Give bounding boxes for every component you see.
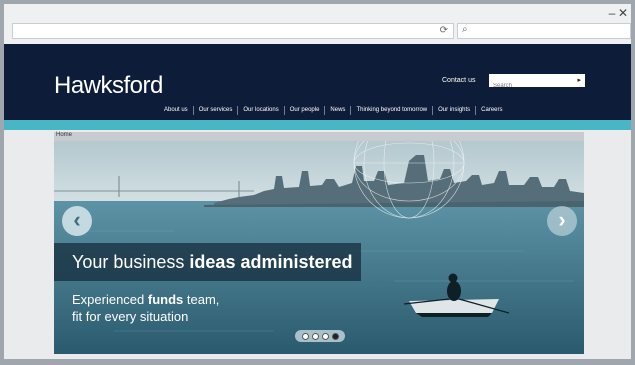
- page-viewport: Hawksford Contact us ▸ About us Our serv…: [4, 44, 631, 359]
- carousel-dot-1[interactable]: [301, 332, 309, 340]
- nav-divider: [283, 105, 285, 115]
- hero-sub-line1-light: Experienced: [72, 292, 148, 307]
- hero-headline-light: Your business: [72, 252, 190, 272]
- breadcrumb-home[interactable]: Home: [56, 132, 72, 138]
- nav-item-thinking-beyond-tomorrow[interactable]: Thinking beyond tomorrow: [356, 107, 427, 113]
- window-controls: – ✕: [607, 6, 629, 20]
- refresh-icon[interactable]: ⟳: [440, 25, 448, 36]
- site-search[interactable]: ▸: [489, 74, 585, 93]
- breadcrumb: Home: [54, 132, 584, 141]
- hero-subtext: Experienced funds team, fit for every si…: [72, 291, 219, 325]
- nav-item-our-services[interactable]: Our services: [199, 107, 233, 113]
- site-header: Hawksford Contact us ▸ About us Our serv…: [4, 44, 631, 120]
- search-icon: ⌕: [462, 24, 468, 35]
- hero-headline-bold: ideas administered: [189, 252, 353, 272]
- browser-search-box[interactable]: ⌕: [457, 23, 631, 39]
- browser-window: –✕ ⟳ ⌕ Hawksford Contact us ▸ About us O…: [4, 4, 631, 359]
- nav-item-about-us[interactable]: About us: [164, 107, 188, 113]
- carousel-dot-4[interactable]: [331, 332, 339, 340]
- hero-sub-line1-rest: team,: [183, 292, 220, 307]
- site-logo[interactable]: Hawksford: [54, 72, 163, 100]
- address-bar[interactable]: ⟳: [12, 23, 454, 39]
- carousel-dot-2[interactable]: [311, 332, 319, 340]
- carousel-dots: [295, 330, 345, 342]
- nav-divider: [350, 105, 352, 115]
- close-icon[interactable]: ✕: [618, 6, 629, 20]
- nav-item-our-locations[interactable]: Our locations: [243, 107, 278, 113]
- carousel-prev-button[interactable]: ‹: [62, 206, 92, 236]
- main-nav: About us Our services Our locations Our …: [164, 105, 503, 115]
- nav-divider: [475, 105, 477, 115]
- nav-divider: [192, 105, 194, 115]
- contact-us-link[interactable]: Contact us: [442, 77, 475, 84]
- carousel-dot-3[interactable]: [321, 332, 329, 340]
- search-go-icon[interactable]: ▸: [577, 76, 581, 84]
- nav-divider: [432, 105, 434, 115]
- hero-carousel: ‹ › Your business ideas administered Exp…: [54, 141, 584, 354]
- accent-band: [4, 120, 631, 130]
- hero-sub-line1-bold: funds: [147, 292, 184, 307]
- nav-divider: [237, 105, 239, 115]
- site-search-input[interactable]: [489, 79, 573, 93]
- nav-item-our-people[interactable]: Our people: [290, 107, 320, 113]
- minimize-icon[interactable]: –: [607, 6, 618, 20]
- nav-item-news[interactable]: News: [330, 107, 345, 113]
- carousel-next-button[interactable]: ›: [547, 206, 577, 236]
- nav-item-our-insights[interactable]: Our insights: [438, 107, 470, 113]
- hero-headline-box: Your business ideas administered: [54, 243, 361, 281]
- hero-headline: Your business ideas administered: [72, 252, 353, 273]
- hero-sub-line2: fit for every situation: [72, 309, 189, 324]
- nav-item-careers[interactable]: Careers: [481, 107, 502, 113]
- nav-divider: [324, 105, 326, 115]
